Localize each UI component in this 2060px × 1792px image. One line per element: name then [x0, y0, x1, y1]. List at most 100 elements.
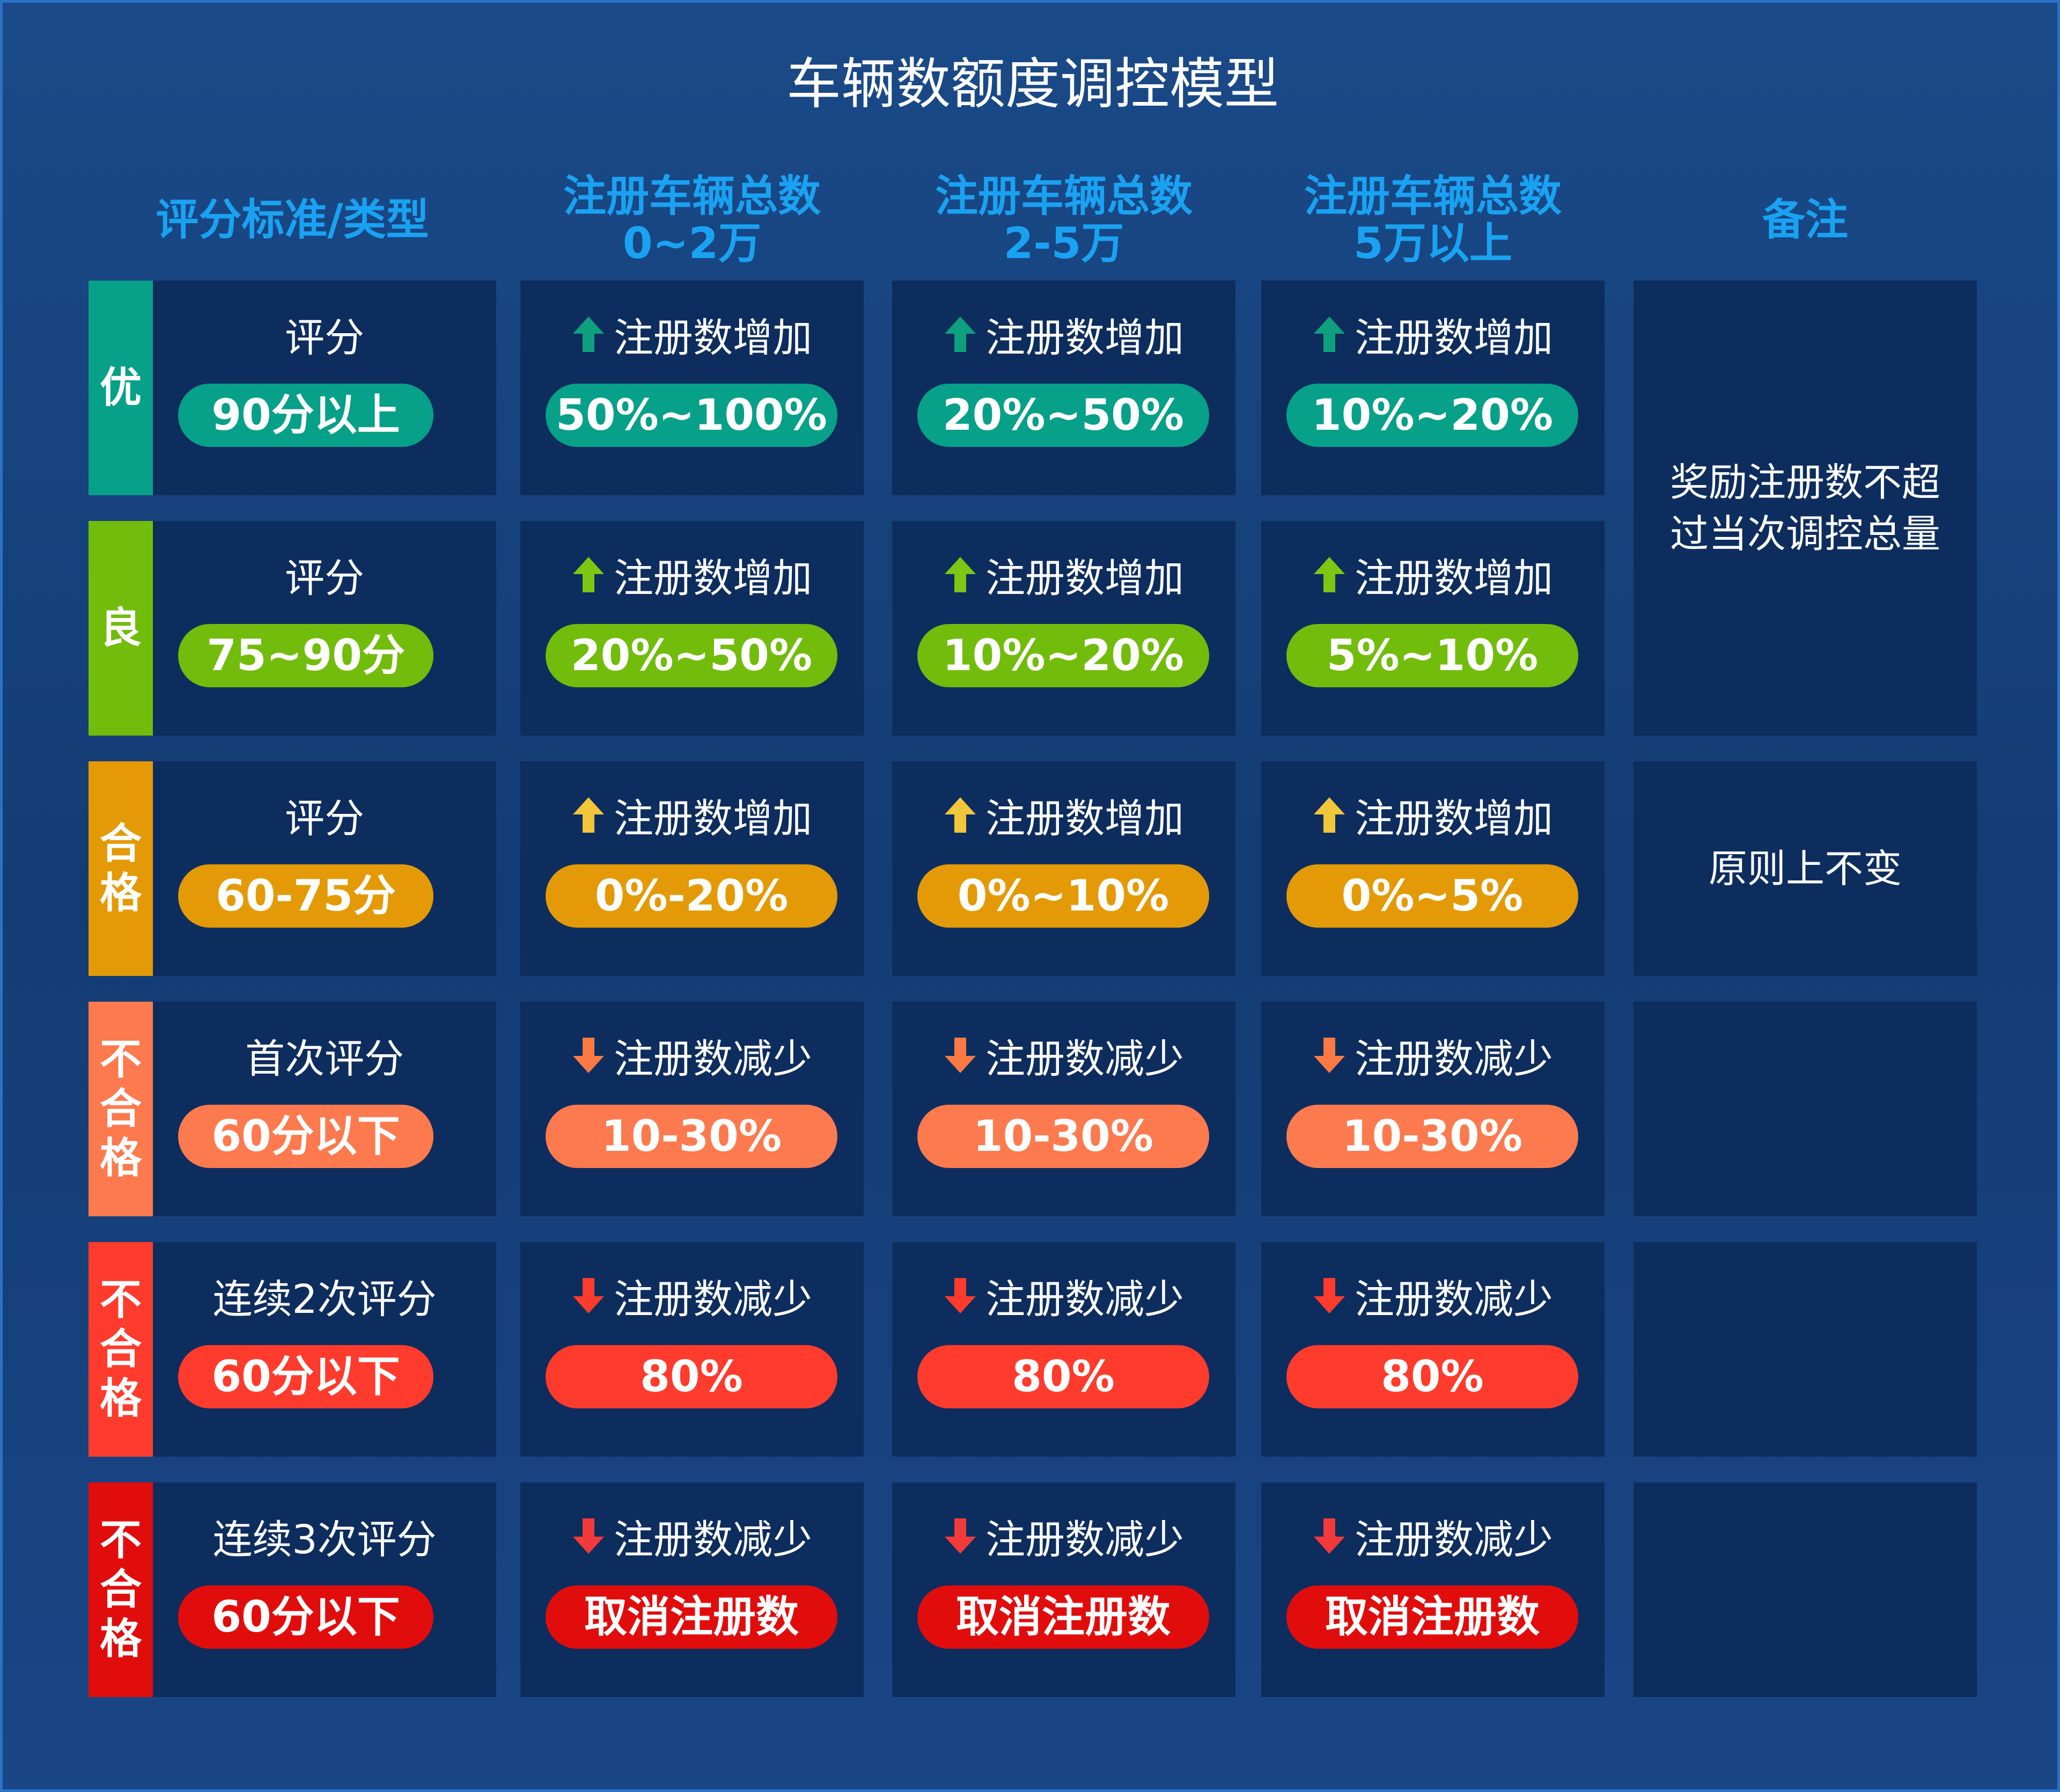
- adjustment-label-text: 注册数减少: [985, 1516, 1184, 1563]
- adjustment-cell: 注册数减少 10-30%: [892, 1002, 1235, 1216]
- arrow-down-icon: [1314, 1518, 1345, 1554]
- score-cell: 首次评分 60分以下: [153, 1002, 496, 1216]
- adjustment-label: 注册数减少: [1261, 1030, 1605, 1082]
- adjustment-value-badge: 20%~50%: [917, 384, 1209, 447]
- header-criteria: 评分标准/类型: [110, 166, 475, 274]
- adjustment-value-badge: 0%-20%: [546, 864, 837, 928]
- score-range-badge: 60分以下: [178, 1585, 433, 1649]
- adjustment-cell: 注册数减少 80%: [892, 1242, 1235, 1457]
- remark-cell: 奖励注册数不超 过当次调控总量: [1634, 281, 1977, 736]
- arrow-up-icon: [573, 557, 604, 592]
- remark-cell: [1634, 1242, 1977, 1457]
- adjustment-value-badge: 80%: [546, 1345, 837, 1408]
- grade-tag: 不合格: [89, 1482, 153, 1697]
- grade-tag: 合格: [89, 761, 153, 976]
- adjustment-label: 注册数减少: [892, 1510, 1235, 1563]
- adjustment-label-text: 注册数减少: [1355, 1035, 1553, 1082]
- grade-tag-char: 合: [99, 820, 142, 868]
- remark-line: 原则上不变: [1708, 846, 1902, 891]
- header-remarks: 备注: [1634, 166, 1977, 274]
- adjustment-label-text: 注册数增加: [1355, 555, 1553, 601]
- adjustment-label: 注册数增加: [520, 549, 864, 601]
- adjustment-cell: 注册数增加 0%-20%: [520, 761, 864, 976]
- header-50k-plus-line1: 注册车辆总数: [1304, 171, 1562, 221]
- adjustment-label: 注册数增加: [892, 309, 1235, 361]
- grade-tag-char: 格: [99, 1375, 142, 1423]
- adjustment-cell: 注册数增加 50%~100%: [520, 281, 864, 495]
- score-range-badge: 60分以下: [178, 1105, 433, 1168]
- adjustment-value-badge: 10-30%: [1286, 1105, 1578, 1168]
- score-cell: 评分 90分以上: [153, 281, 496, 495]
- header-0-20k: 注册车辆总数 0~2万: [520, 166, 864, 274]
- arrow-up-icon: [1314, 557, 1345, 592]
- adjustment-cell: 注册数减少 80%: [520, 1242, 864, 1457]
- remark-text: 奖励注册数不超 过当次调控总量: [1634, 281, 1977, 736]
- arrow-up-icon: [1314, 317, 1345, 352]
- page-title: 车辆数额度调控模型: [786, 53, 1279, 116]
- arrow-up-icon: [945, 797, 976, 833]
- adjustment-value-badge: 0%~5%: [1286, 864, 1578, 928]
- arrow-down-icon: [945, 1518, 976, 1554]
- adjustment-value-badge: 10%~20%: [1286, 384, 1578, 447]
- adjustment-cell: 注册数增加 20%~50%: [892, 281, 1235, 495]
- adjustment-cell: 注册数增加 10%~20%: [892, 521, 1235, 736]
- adjustment-label-text: 注册数增加: [614, 314, 812, 361]
- header-criteria-label: 评分标准/类型: [156, 195, 429, 245]
- header-50k-plus: 注册车辆总数 5万以上: [1261, 166, 1605, 274]
- arrow-down-icon: [1314, 1038, 1345, 1073]
- score-range-badge: 75~90分: [178, 624, 433, 687]
- remark-text: 原则上不变: [1634, 761, 1977, 976]
- remark-cell: [1634, 1482, 1977, 1697]
- header-remarks-label: 备注: [1762, 195, 1848, 245]
- quota-model-board: 车辆数额度调控模型 评分标准/类型 注册车辆总数 0~2万 注册车辆总数 2-5…: [0, 0, 2060, 1792]
- arrow-down-icon: [1314, 1278, 1345, 1313]
- adjustment-value-badge: 取消注册数: [1286, 1585, 1578, 1649]
- score-range-badge: 60分以下: [178, 1345, 433, 1408]
- adjustment-label-text: 注册数减少: [614, 1516, 812, 1563]
- remark-cell: 原则上不变: [1634, 761, 1977, 976]
- adjustment-value-badge: 10-30%: [917, 1105, 1209, 1168]
- grade-tag-char: 格: [99, 1615, 142, 1663]
- score-label: 连续3次评分: [212, 1516, 437, 1563]
- score-cell: 评分 60-75分: [153, 761, 496, 976]
- adjustment-label-text: 注册数增加: [985, 795, 1184, 842]
- score-cell: 评分 75~90分: [153, 521, 496, 736]
- adjustment-value-badge: 取消注册数: [917, 1585, 1209, 1649]
- adjustment-value-badge: 50%~100%: [546, 384, 837, 447]
- adjustment-cell: 注册数减少 10-30%: [520, 1002, 864, 1216]
- arrow-down-icon: [573, 1278, 604, 1313]
- adjustment-cell: 注册数减少取消注册数: [520, 1482, 864, 1697]
- remark-line: 过当次调控总量: [1669, 511, 1940, 556]
- adjustment-label: 注册数增加: [520, 309, 864, 361]
- adjustment-label-text: 注册数增加: [985, 314, 1184, 361]
- adjustment-cell: 注册数增加 10%~20%: [1261, 281, 1605, 495]
- adjustment-label: 注册数增加: [1261, 309, 1605, 361]
- adjustment-value-badge: 取消注册数: [546, 1585, 837, 1649]
- adjustment-label-text: 注册数减少: [985, 1035, 1184, 1082]
- adjustment-value-badge: 10%~20%: [917, 624, 1209, 687]
- header-20-50k-line2: 2-5万: [1003, 218, 1124, 268]
- score-range-badge: 90分以上: [178, 384, 433, 447]
- grade-tag-char: 格: [99, 1134, 142, 1183]
- score-label: 评分: [285, 555, 364, 601]
- adjustment-cell: 注册数减少 取消注册数: [1261, 1482, 1605, 1697]
- arrow-down-icon: [573, 1518, 604, 1554]
- arrow-down-icon: [945, 1278, 976, 1313]
- adjustment-label-text: 注册数减少: [1355, 1276, 1553, 1323]
- grade-tag-char: 不: [99, 1035, 142, 1084]
- score-range-badge: 60-75分: [178, 864, 433, 928]
- adjustment-label-text: 注册数增加: [614, 555, 812, 601]
- adjustment-label: 注册数减少: [520, 1030, 864, 1082]
- adjustment-value-badge: 0%~10%: [917, 864, 1209, 928]
- remark-cell: [1634, 1002, 1977, 1216]
- adjustment-label: 注册数增加: [1261, 789, 1605, 842]
- grade-tag-char: 合: [99, 1085, 142, 1133]
- grade-tag: 良: [89, 521, 153, 736]
- adjustment-value-badge: 80%: [1286, 1345, 1578, 1408]
- adjustment-cell: 注册数增加 20%~50%: [520, 521, 864, 736]
- arrow-up-icon: [573, 797, 604, 833]
- adjustment-label-text: 注册数减少: [614, 1035, 812, 1082]
- score-label: 评分: [285, 314, 364, 361]
- grade-tag-char: 合: [99, 1566, 142, 1614]
- grade-tag-char: 不: [99, 1276, 142, 1324]
